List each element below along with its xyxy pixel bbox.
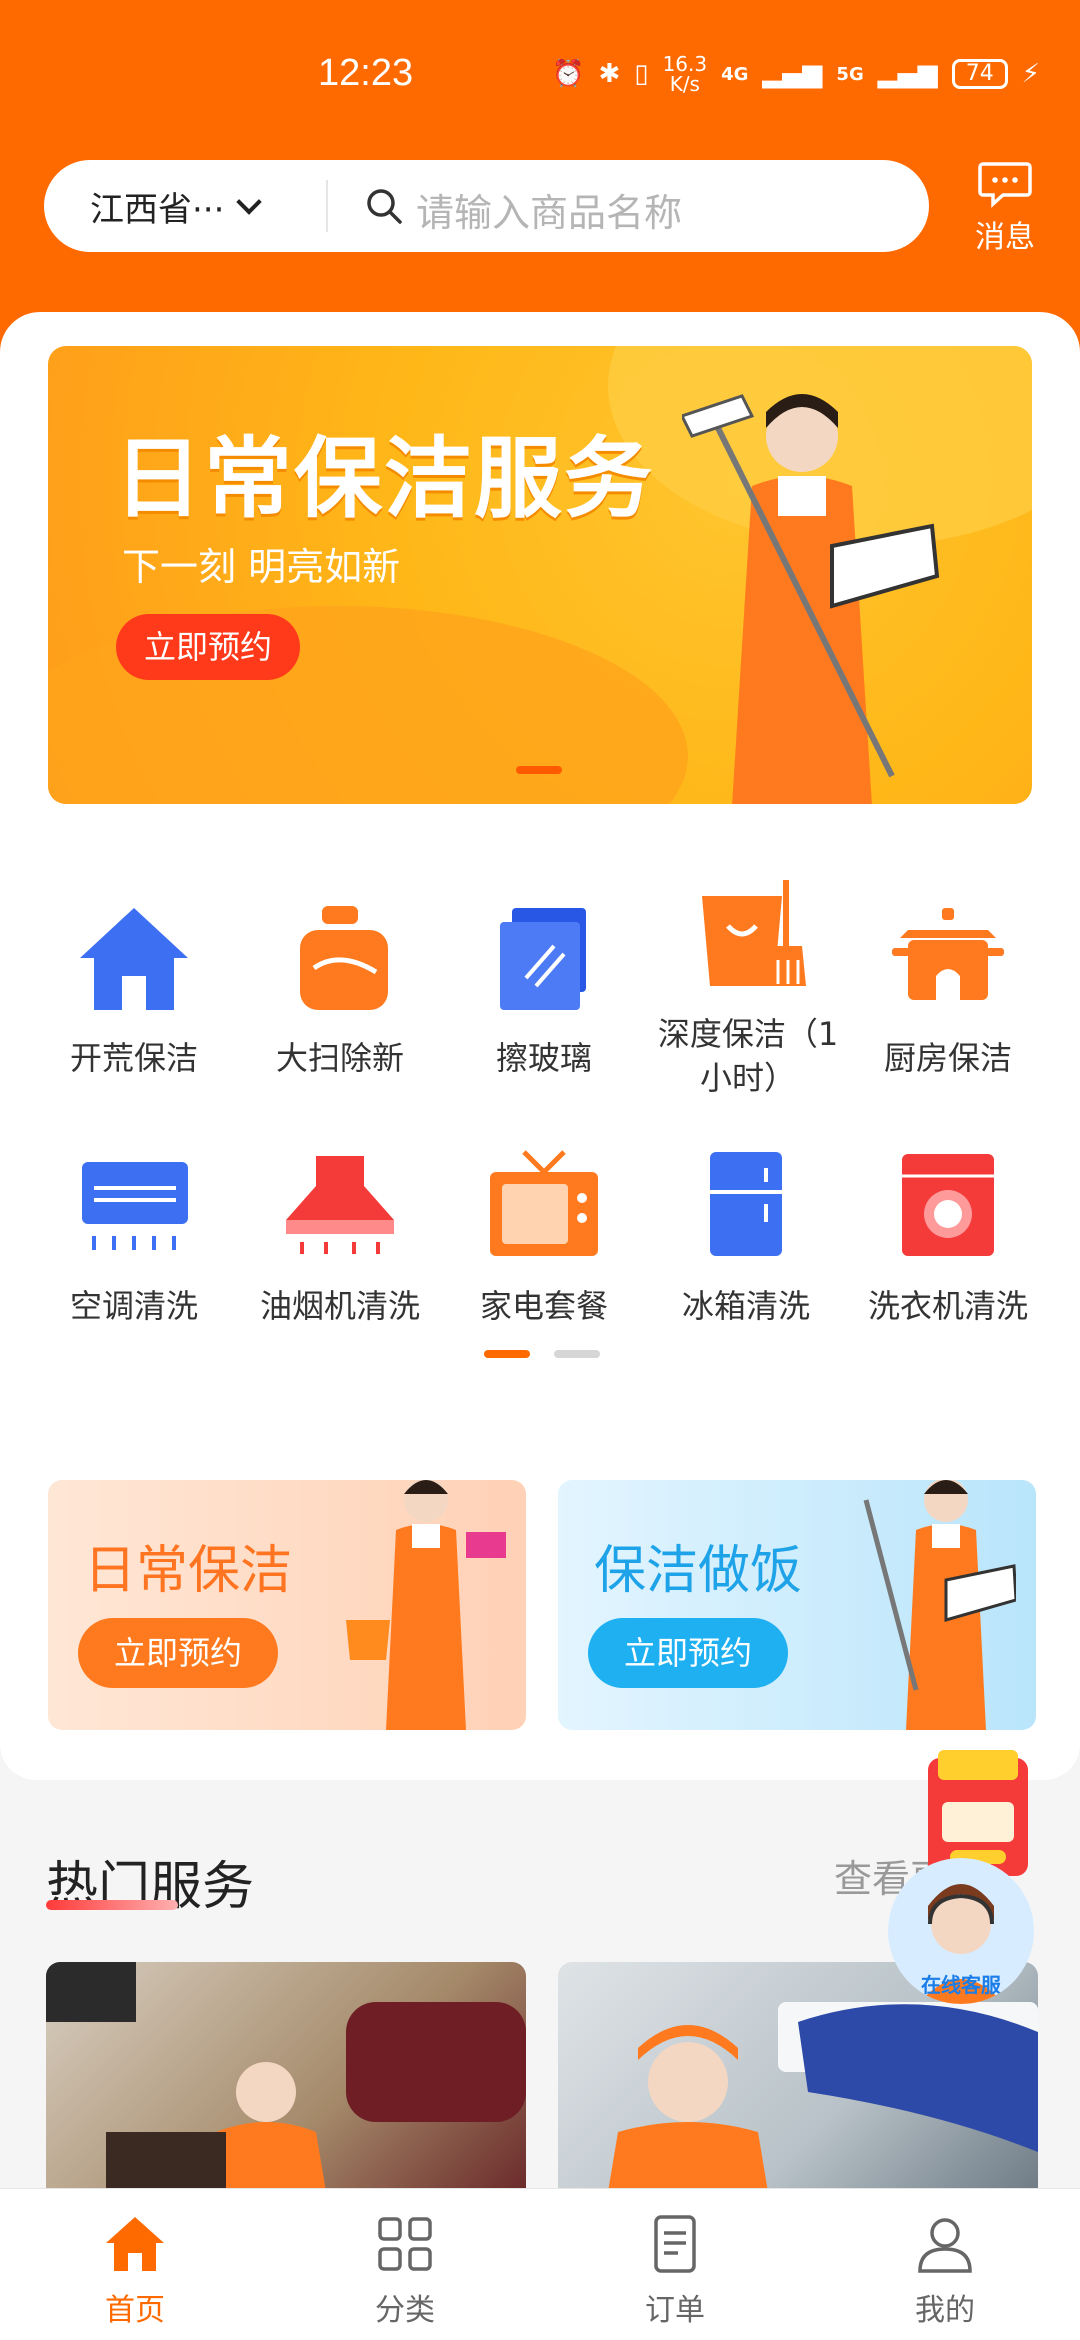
banner-page-indicator	[516, 766, 562, 774]
signal-5g: 5G	[836, 63, 864, 85]
category-page-indicator	[484, 1350, 600, 1358]
category-label: 家电套餐	[479, 1287, 608, 1325]
category-item[interactable]: 空调清洗	[32, 1148, 236, 1328]
signal-4g: 4G	[721, 63, 749, 85]
signal-bars-icon-2: ▂▄▆	[877, 59, 938, 89]
status-time: 12:23	[318, 52, 414, 94]
category-item[interactable]: 油烟机清洗	[238, 1148, 442, 1328]
search-input[interactable]: 请输入商品名称	[416, 182, 682, 237]
tv-icon	[490, 1150, 598, 1256]
customer-service-label: 在线客服	[921, 1973, 1001, 1997]
nav-label: 订单	[645, 2293, 705, 2328]
service-photo-cleaning	[46, 1962, 526, 2192]
cleaner-illustration	[682, 394, 940, 804]
washing-machine-icon	[902, 1154, 994, 1256]
grid-icon	[378, 2217, 432, 2271]
nav-label: 分类	[375, 2293, 435, 2328]
category-label: 油烟机清洗	[259, 1287, 420, 1325]
category-label: 冰箱清洗	[681, 1287, 810, 1325]
promo-title: 保洁做饭	[594, 1541, 803, 1601]
category-item[interactable]: 大扫除新	[238, 900, 442, 1080]
nav-profile[interactable]: 我的	[810, 2189, 1080, 2340]
category-label: 空调清洗	[69, 1287, 198, 1325]
category-label: 大扫除新	[275, 1039, 404, 1077]
fridge-icon	[710, 1152, 782, 1256]
pot-icon	[892, 908, 1004, 1000]
banner-title: 日常保洁服务	[114, 427, 655, 530]
chevron-down-icon	[236, 188, 263, 215]
house-icon	[80, 908, 188, 1010]
bottom-nav: 首页 分类 订单 我的	[0, 2188, 1080, 2340]
promo-title: 日常保洁	[84, 1541, 293, 1601]
promo-card-daily-cleaning[interactable]: 日常保洁 立即预约	[48, 1480, 526, 1730]
bluetooth-icon: ✱	[598, 59, 621, 89]
bucket-broom-icon	[702, 880, 806, 986]
vibrate-icon: ▯	[634, 59, 649, 89]
category-label: 擦玻璃	[495, 1039, 592, 1077]
category-item[interactable]: 家电套餐	[442, 1148, 646, 1328]
category-label: 厨房保洁	[883, 1039, 1012, 1077]
category-item[interactable]: 厨房保洁	[846, 900, 1050, 1080]
net-speed: 16.3 K/s	[662, 52, 708, 96]
home-icon	[106, 2217, 164, 2271]
alarm-icon: ⏰	[552, 59, 585, 89]
signal-bars-icon: ▂▄▆	[762, 59, 823, 89]
cleaner-illustration	[346, 1480, 506, 1730]
message-label: 消息	[975, 220, 1035, 255]
banner-book-button[interactable]: 立即预约	[116, 614, 300, 680]
hot-title-underline	[46, 1900, 178, 1910]
region-selector[interactable]: 江西省···	[90, 182, 263, 231]
category-label: 深度保洁（1小时）	[657, 1015, 839, 1097]
status-icons: ⏰ ✱ ▯ 16.3 K/s 4G ▂▄▆ 5G ▂▄▆ 74 ⚡	[552, 54, 1040, 94]
spray-bottle-icon	[300, 906, 388, 1010]
category-item[interactable]: 冰箱清洗	[644, 1148, 848, 1328]
document-icon	[654, 2215, 696, 2273]
banner-subtitle: 下一刻 明亮如新	[122, 545, 401, 589]
search-bar: 江西省··· 请输入商品名称	[44, 160, 929, 252]
promo-book-button[interactable]: 立即预约	[78, 1618, 278, 1688]
nav-category[interactable]: 分类	[270, 2189, 540, 2340]
air-conditioner-icon	[82, 1162, 188, 1250]
region-label: 江西省···	[90, 190, 225, 230]
nav-label: 首页	[105, 2293, 165, 2328]
status-bar: 12:23 ⏰ ✱ ▯ 16.3 K/s 4G ▂▄▆ 5G ▂▄▆ 74 ⚡	[0, 48, 1080, 108]
category-label: 开荒保洁	[69, 1039, 198, 1077]
battery-indicator: 74	[951, 59, 1008, 89]
nav-orders[interactable]: 订单	[540, 2189, 810, 2340]
message-icon	[978, 162, 1032, 208]
category-item[interactable]: 深度保洁（1小时）	[646, 876, 850, 1100]
header-bar: 12:23 ⏰ ✱ ▯ 16.3 K/s 4G ▂▄▆ 5G ▂▄▆ 74 ⚡ …	[0, 0, 1080, 360]
category-item[interactable]: 擦玻璃	[442, 900, 646, 1080]
nav-label: 我的	[915, 2293, 975, 2328]
glass-icon	[500, 908, 586, 1010]
promo-card-cleaning-cooking[interactable]: 保洁做饭 立即预约	[558, 1480, 1036, 1730]
promo-banner[interactable]: 日常保洁服务 下一刻 明亮如新 立即预约	[48, 346, 1032, 804]
nav-home[interactable]: 首页	[0, 2189, 270, 2340]
hot-service-card[interactable]	[46, 1962, 526, 2192]
promo-book-button[interactable]: 立即预约	[588, 1618, 788, 1688]
messages-button[interactable]: 消息	[970, 160, 1040, 256]
search-icon	[367, 189, 402, 224]
charging-icon: ⚡	[1021, 59, 1040, 89]
category-label: 洗衣机清洗	[867, 1287, 1028, 1325]
cleaner-illustration	[863, 1480, 1016, 1730]
category-item[interactable]: 洗衣机清洗	[846, 1148, 1050, 1328]
category-item[interactable]: 开荒保洁	[32, 900, 236, 1080]
user-icon	[918, 2218, 972, 2273]
range-hood-icon	[286, 1156, 394, 1254]
customer-service-button[interactable]: 在线客服	[888, 1858, 1034, 2004]
search-divider	[326, 180, 328, 232]
